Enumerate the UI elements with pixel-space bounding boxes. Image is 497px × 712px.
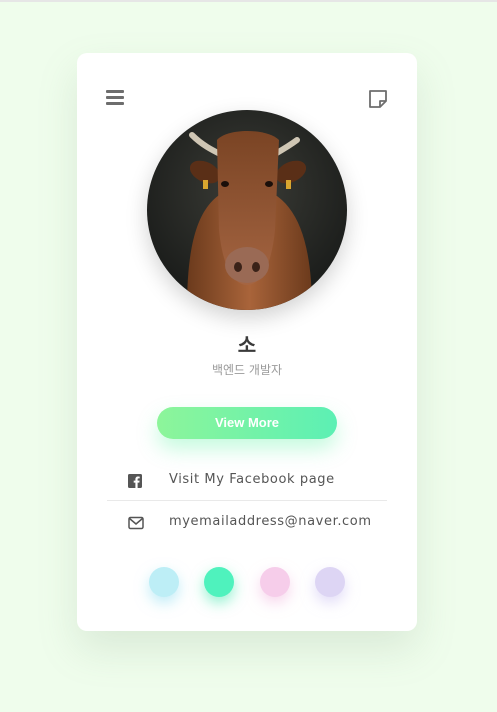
- profile-role: 백엔드 개발자: [211, 363, 283, 377]
- profile-name: 소: [237, 333, 257, 357]
- menu-icon[interactable]: [106, 90, 124, 106]
- color-dot-lavender[interactable]: [315, 567, 345, 597]
- profile-card: 소 백엔드 개발자 View More Visit My Facebook pa…: [77, 53, 417, 631]
- color-dot-pink[interactable]: [260, 567, 290, 597]
- facebook-icon: [128, 473, 142, 488]
- email-link-text: myemailaddress@naver.com: [169, 514, 372, 529]
- envelope-icon: [128, 515, 144, 530]
- color-dot-mint[interactable]: [204, 567, 234, 597]
- note-icon[interactable]: [368, 89, 388, 109]
- cow-photo: [147, 110, 347, 310]
- view-more-button[interactable]: View More: [157, 407, 337, 439]
- color-dot-light-blue[interactable]: [149, 567, 179, 597]
- divider: [107, 500, 387, 501]
- top-border: [0, 0, 497, 2]
- facebook-link[interactable]: Visit My Facebook page: [107, 461, 387, 501]
- avatar: [147, 110, 347, 310]
- email-link[interactable]: myemailaddress@naver.com: [107, 503, 387, 543]
- facebook-link-text: Visit My Facebook page: [169, 472, 335, 487]
